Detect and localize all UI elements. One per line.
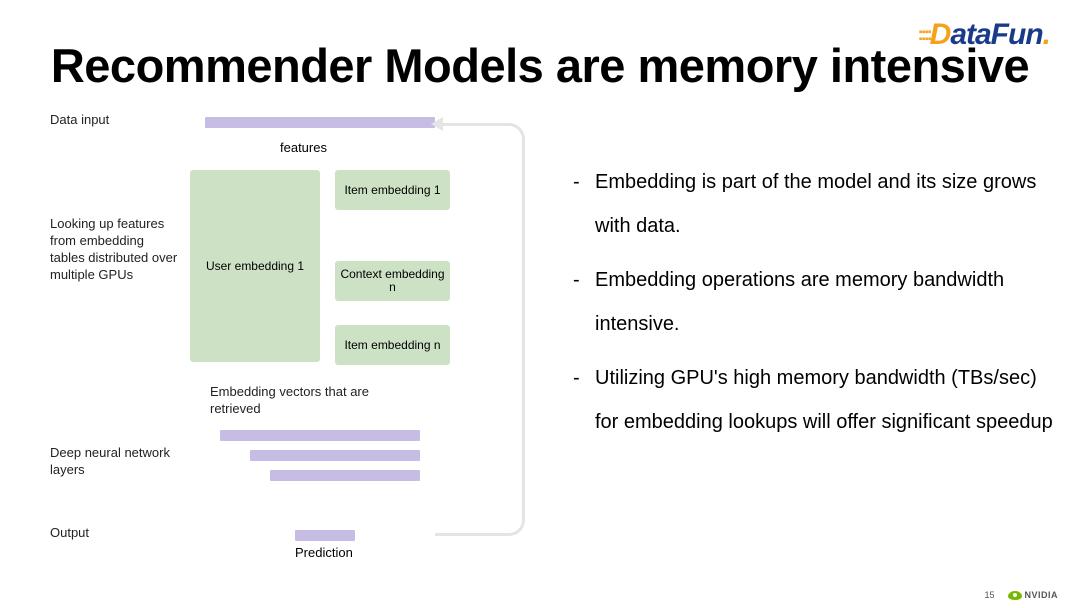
page-number: 15 (984, 590, 994, 600)
box-item-embedding-1: Item embedding 1 (335, 170, 450, 210)
box-context-embedding-n: Context embedding n (335, 261, 450, 301)
bullet-list: Embedding is part of the model and its s… (565, 160, 1055, 454)
label-dnn: Deep neural network layers (50, 445, 180, 479)
label-retrieved: Embedding vectors that are retrieved (210, 384, 390, 418)
feedback-arrow-icon (435, 117, 535, 542)
slide-title: Recommender Models are memory intensive (0, 38, 1080, 93)
bullet-item: Embedding operations are memory bandwidt… (565, 258, 1055, 346)
slide-footer: 15 NVIDIA (984, 590, 1058, 600)
box-item-embedding-n: Item embedding n (335, 325, 450, 365)
label-data-input: Data input (50, 112, 109, 129)
box-user-embedding: User embedding 1 (190, 170, 320, 362)
label-output: Output (50, 525, 89, 542)
label-prediction: Prediction (295, 545, 353, 560)
label-features: features (280, 140, 327, 155)
bullet-item: Utilizing GPU's high memory bandwidth (T… (565, 356, 1055, 444)
bar-dnn-layer-3 (270, 470, 420, 481)
nvidia-eye-icon (1008, 591, 1022, 600)
architecture-diagram: Data input Looking up features from embe… (50, 110, 560, 560)
nvidia-logo: NVIDIA (1008, 590, 1058, 600)
bar-dnn-layer-2 (250, 450, 420, 461)
bullet-item: Embedding is part of the model and its s… (565, 160, 1055, 248)
bar-dnn-layer-1 (220, 430, 420, 441)
slide: ::::DataFun. Recommender Models are memo… (0, 0, 1080, 608)
label-lookup: Looking up features from embedding table… (50, 216, 180, 284)
bar-output (295, 530, 355, 541)
bar-data-input (205, 117, 435, 128)
nvidia-text: NVIDIA (1024, 590, 1058, 600)
